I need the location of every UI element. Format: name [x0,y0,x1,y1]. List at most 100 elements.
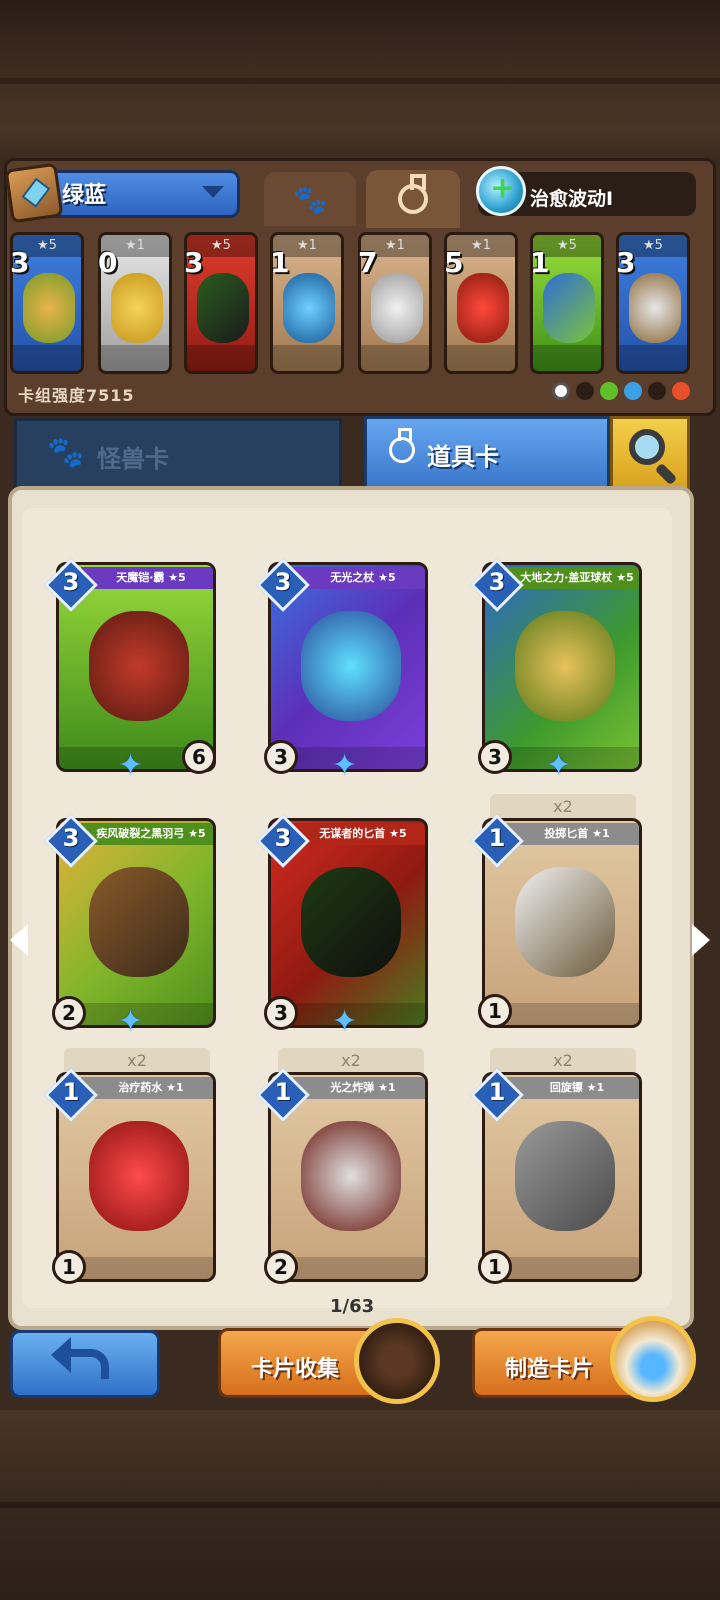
card-name: 无谋者的匕首 ★5 [293,823,425,845]
search-icon-handle [654,462,678,486]
deck-card-cost: 3 [616,246,636,279]
deck-card-cost: 5 [444,246,464,279]
star-icon: ✦ [332,748,358,783]
card-name: 大地之力·盖亚球杖 ★5 [507,567,639,589]
card-art [89,867,189,977]
card-art [301,1121,401,1231]
skill-name: 治愈波动I [530,188,614,210]
card-name: 治疗药水 ★1 [81,1077,213,1099]
element-nature-icon [600,382,618,400]
card-art [515,1121,615,1231]
card-cost: 1 [488,1078,506,1106]
card-attack-stat: 2 [52,996,86,1030]
tab-monster-label: 怪兽卡 [97,445,169,473]
card-cost: 1 [62,1078,80,1106]
search-icon [629,429,665,465]
deck-card-band [361,345,429,371]
tab-item-label: 道具卡 [427,443,499,471]
deck-card-band [187,345,255,371]
bottom-wood-background [0,1410,720,1600]
element-water-icon [624,382,642,400]
potion-icon [389,428,415,463]
star-icon: ✦ [546,748,572,783]
craft-card-label: 制造卡片 [505,1357,594,1382]
deck-card-band [13,345,81,371]
deck-card-band [533,345,601,371]
card-name: 无光之杖 ★5 [293,567,425,589]
chevron-down-icon[interactable] [202,186,224,198]
paw-icon: 🐾 [292,182,328,216]
potion-icon [398,174,428,214]
deck-card-band [101,345,169,371]
element-neutral-icon [552,382,570,400]
card-cost: 3 [274,824,292,852]
tab-monster-cards[interactable]: 🐾 怪兽卡 [14,418,342,486]
deck-book-icon [4,162,64,224]
card-name: 天魔铠·霸 ★5 [81,567,213,589]
deck-card-art [629,273,681,343]
card-cost: 3 [488,568,506,596]
card-art [515,611,615,721]
deck-card-band [447,345,515,371]
deck-card-cost: 0 [98,246,118,279]
star-icon: ✦ [332,1004,358,1039]
back-arrow-icon [51,1337,109,1379]
deck-card-cost: 1 [530,246,550,279]
deck-card-art [197,273,249,343]
deck-card-cost: 3 [184,246,204,279]
card-heal-stat: 3 [478,740,512,774]
deck-card-art [457,273,509,343]
card-art [89,611,189,721]
element-fire-icon [672,382,690,400]
deck-card-band [273,345,341,371]
tab-monster-filter[interactable]: 🐾 [264,172,356,226]
card-heal-stat: 1 [52,1250,86,1284]
card-name: 光之炸弹 ★1 [293,1077,425,1099]
duplicate-count: x2 [490,794,636,820]
duplicate-count: x2 [278,1048,424,1074]
deck-card-art [371,273,423,343]
next-page-arrow-icon[interactable] [692,924,710,956]
deck-card-band [619,345,687,371]
card-attack-stat: 3 [264,740,298,774]
star-icon: ✦ [118,748,144,783]
card-cost: 3 [62,568,80,596]
card-art [89,1121,189,1231]
card-cost: 1 [488,824,506,852]
page-indicator: 1/63 [330,1296,375,1317]
tab-item-filter[interactable] [366,170,460,228]
card-name: 疾风破裂之黑羽弓 ★5 [81,823,213,845]
card-cost: 3 [274,568,292,596]
star-icon: ✦ [118,1004,144,1039]
deck-card-art [283,273,335,343]
card-attack-stat: 3 [264,996,298,1030]
card-book-icon [354,1318,440,1404]
crafting-jar-icon [610,1316,696,1402]
card-name: 回旋镖 ★1 [507,1077,639,1099]
card-defense-stat: 6 [182,740,216,774]
paw-icon: 🐾 [47,435,85,470]
card-art [301,611,401,721]
card-attack-stat: 1 [478,1250,512,1284]
prev-page-arrow-icon[interactable] [10,924,28,956]
duplicate-count: x2 [490,1048,636,1074]
tab-item-cards[interactable]: 道具卡 [364,416,610,486]
deck-card-cost: 3 [10,246,30,279]
deck-power: 卡组强度7515 [18,386,135,405]
deck-card-art [111,273,163,343]
element-dark-icon [576,382,594,400]
duplicate-count: x2 [64,1048,210,1074]
deck-card-cost: 7 [358,246,378,279]
back-button[interactable] [10,1330,160,1398]
heal-skill-icon [476,166,526,216]
card-cost: 3 [62,824,80,852]
card-art [515,867,615,977]
deck-card-art [23,273,75,343]
card-cost: 1 [274,1078,292,1106]
element-dark-icon-2 [648,382,666,400]
deck-card-cost: 1 [270,246,290,279]
card-art [301,867,401,977]
card-attack-stat: 2 [264,1250,298,1284]
search-button[interactable] [610,416,690,492]
top-wood-background [0,0,720,160]
